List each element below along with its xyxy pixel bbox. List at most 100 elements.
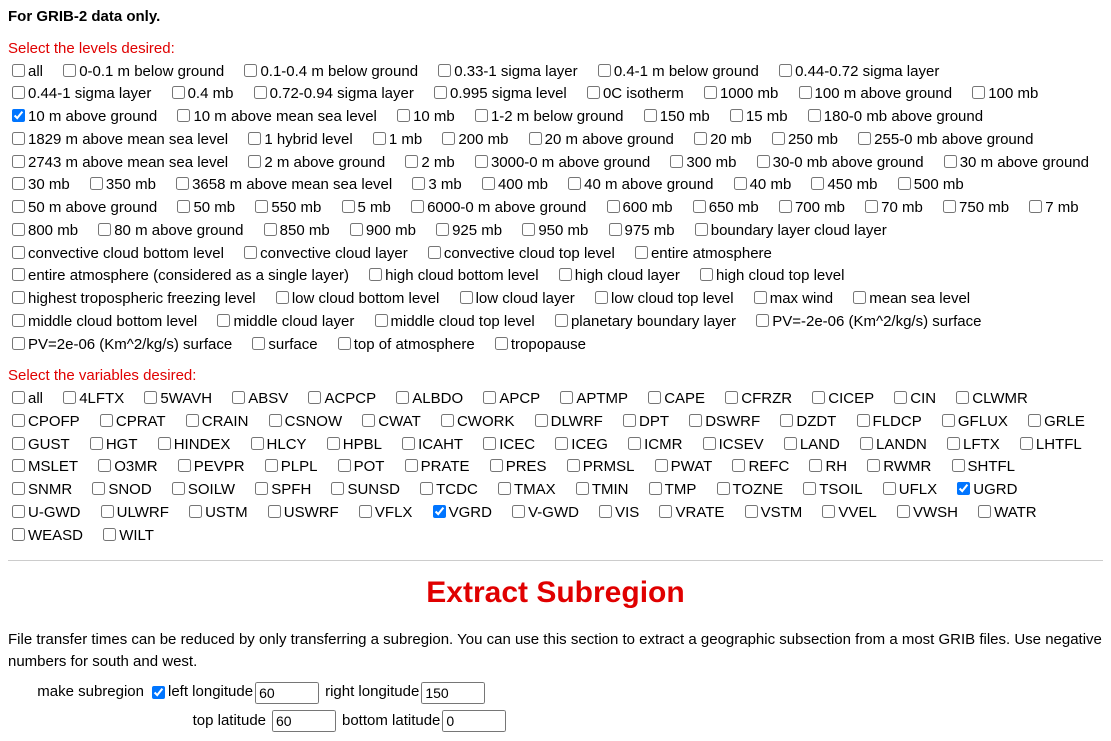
var-checkbox[interactable] (780, 414, 793, 427)
var-item[interactable]: MSLET (8, 458, 78, 475)
level-checkbox[interactable] (244, 246, 257, 259)
level-checkbox[interactable] (12, 314, 25, 327)
var-item[interactable]: V-GWD (508, 504, 579, 521)
level-item[interactable]: 250 mb (768, 131, 838, 148)
var-item[interactable]: SOILW (168, 481, 235, 498)
var-item[interactable]: SNMR (8, 481, 72, 498)
level-checkbox[interactable] (350, 223, 363, 236)
var-checkbox[interactable] (560, 391, 573, 404)
var-item[interactable]: USTM (185, 504, 248, 521)
level-checkbox[interactable] (397, 109, 410, 122)
level-checkbox[interactable] (177, 200, 190, 213)
level-item[interactable]: 1 mb (369, 131, 422, 148)
level-checkbox[interactable] (693, 200, 706, 213)
var-item[interactable]: UFLX (879, 481, 937, 498)
level-item[interactable]: 6000-0 m above ground (407, 199, 586, 216)
var-checkbox[interactable] (308, 391, 321, 404)
var-all[interactable]: all (8, 390, 43, 407)
level-item[interactable]: 30-0 mb above ground (753, 154, 924, 171)
var-item[interactable]: PRATE (401, 458, 470, 475)
level-item[interactable]: 50 m above ground (8, 199, 157, 216)
level-checkbox[interactable] (694, 132, 707, 145)
level-checkbox[interactable] (695, 223, 708, 236)
level-item[interactable]: 80 m above ground (94, 222, 243, 239)
var-item[interactable]: USWRF (264, 504, 339, 521)
level-item[interactable]: top of atmosphere (334, 336, 475, 353)
level-item[interactable]: low cloud layer (456, 290, 575, 307)
level-item[interactable]: 0.44-0.72 sigma layer (775, 63, 939, 80)
var-checkbox[interactable] (717, 482, 730, 495)
level-item[interactable]: 20 m above ground (525, 131, 674, 148)
level-item[interactable]: 0.44-1 sigma layer (8, 85, 151, 102)
var-checkbox[interactable] (952, 459, 965, 472)
var-item[interactable]: CPRAT (96, 413, 166, 430)
level-checkbox[interactable] (172, 86, 185, 99)
level-checkbox[interactable] (375, 314, 388, 327)
var-checkbox[interactable] (101, 505, 114, 518)
var-checkbox[interactable] (268, 505, 281, 518)
level-item[interactable]: convective cloud layer (240, 245, 408, 262)
level-checkbox[interactable] (98, 223, 111, 236)
var-checkbox[interactable] (483, 437, 496, 450)
var-item[interactable]: CWAT (358, 413, 421, 430)
level-item[interactable]: high cloud layer (555, 267, 680, 284)
var-item[interactable]: GUST (8, 436, 70, 453)
var-checkbox[interactable] (402, 437, 415, 450)
var-item[interactable]: ICEC (479, 436, 535, 453)
level-item[interactable]: 3 mb (408, 176, 461, 193)
level-checkbox[interactable] (217, 314, 230, 327)
level-item[interactable]: low cloud bottom level (272, 290, 440, 307)
var-checkbox[interactable] (12, 482, 25, 495)
var-item[interactable]: SNOD (88, 481, 151, 498)
level-item[interactable]: 150 mb (640, 108, 710, 125)
make-subregion-checkbox[interactable] (152, 686, 165, 699)
var-item[interactable]: CAPE (644, 390, 705, 407)
level-item[interactable]: 975 mb (605, 222, 675, 239)
level-item[interactable]: 600 mb (603, 199, 673, 216)
level-checkbox[interactable] (12, 268, 25, 281)
var-item[interactable]: TSOIL (799, 481, 862, 498)
var-checkbox[interactable] (327, 437, 340, 450)
var-checkbox[interactable] (857, 414, 870, 427)
var-checkbox[interactable] (490, 459, 503, 472)
var-checkbox[interactable] (809, 459, 822, 472)
var-checkbox[interactable] (92, 482, 105, 495)
level-checkbox[interactable] (644, 109, 657, 122)
level-item[interactable]: 0.4-1 m below ground (594, 63, 759, 80)
var-checkbox[interactable] (732, 459, 745, 472)
var-item[interactable]: SUNSD (327, 481, 400, 498)
level-checkbox[interactable] (63, 64, 76, 77)
level-checkbox[interactable] (12, 155, 25, 168)
level-item[interactable]: 2 m above ground (244, 154, 385, 171)
var-checkbox[interactable] (12, 528, 25, 541)
var-checkbox[interactable] (172, 482, 185, 495)
level-item[interactable]: 10 m above mean sea level (173, 108, 376, 125)
var-item[interactable]: FLDCP (853, 413, 922, 430)
level-checkbox[interactable] (635, 246, 648, 259)
var-checkbox[interactable] (1028, 414, 1041, 427)
var-item[interactable]: U-GWD (8, 504, 81, 521)
level-checkbox[interactable] (482, 177, 495, 190)
var-item[interactable]: ABSV (228, 390, 288, 407)
level-checkbox[interactable] (248, 132, 261, 145)
var-item[interactable]: DSWRF (685, 413, 760, 430)
var-item[interactable]: TMIN (572, 481, 629, 498)
var-item[interactable]: O3MR (94, 458, 157, 475)
level-checkbox[interactable] (12, 291, 25, 304)
level-item[interactable]: PV=2e-06 (Km^2/kg/s) surface (8, 336, 232, 353)
level-checkbox[interactable] (811, 177, 824, 190)
level-item[interactable]: boundary layer cloud layer (691, 222, 887, 239)
level-checkbox[interactable] (559, 268, 572, 281)
var-item[interactable]: ICEG (551, 436, 608, 453)
var-checkbox[interactable] (232, 391, 245, 404)
level-checkbox[interactable] (865, 200, 878, 213)
var-item[interactable]: ICMR (624, 436, 682, 453)
level-checkbox[interactable] (12, 246, 25, 259)
level-checkbox[interactable] (460, 291, 473, 304)
var-checkbox[interactable] (178, 459, 191, 472)
var-all-checkbox[interactable] (12, 391, 25, 404)
level-item[interactable]: 50 mb (173, 199, 235, 216)
var-checkbox[interactable] (12, 459, 25, 472)
level-checkbox[interactable] (757, 155, 770, 168)
var-item[interactable]: PEVPR (174, 458, 245, 475)
